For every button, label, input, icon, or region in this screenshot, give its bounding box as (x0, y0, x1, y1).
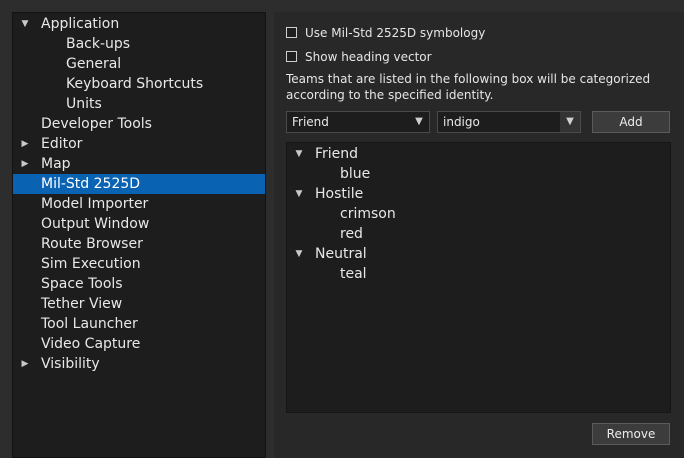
identity-dropdown[interactable]: Friend ▼ (286, 111, 430, 133)
expand-down-icon[interactable]: ▼ (293, 184, 305, 204)
team-name-input[interactable]: indigo (443, 112, 480, 132)
sidebar-item[interactable]: Back-ups (13, 34, 265, 54)
sidebar-item-label: Sim Execution (41, 256, 141, 272)
sidebar-item[interactable]: Model Importer (13, 194, 265, 214)
sidebar-item[interactable]: Route Browser (13, 234, 265, 254)
sidebar-item[interactable]: ▼ Application (13, 14, 265, 34)
sidebar-item-label: Editor (41, 136, 83, 152)
identity-label: Friend (315, 146, 359, 162)
sidebar-item[interactable]: Mil-Std 2525D (13, 174, 265, 194)
sidebar-item-label: Tool Launcher (41, 316, 138, 332)
sidebar-item-label: Route Browser (41, 236, 143, 252)
chevron-down-icon[interactable]: ▼ (560, 112, 580, 132)
checkbox-box[interactable] (286, 51, 297, 62)
sidebar-item-label: Back-ups (66, 36, 131, 52)
sidebar-item-label: Developer Tools (41, 116, 152, 132)
expand-right-icon[interactable]: ▶ (19, 354, 31, 374)
team-label: teal (340, 266, 367, 282)
sidebar-item-label: Map (41, 156, 71, 172)
sidebar-item[interactable]: ▶ Editor (13, 134, 265, 154)
sidebar-item[interactable]: Developer Tools (13, 114, 265, 134)
use-symbology-label: Use Mil-Std 2525D symbology (305, 26, 486, 40)
sidebar-item-label: Video Capture (41, 336, 141, 352)
identity-dropdown-value: Friend (292, 115, 329, 129)
sidebar-item-label: Tether View (41, 296, 123, 312)
sidebar-item[interactable]: Units (13, 94, 265, 114)
sidebar-item-label: Units (66, 96, 102, 112)
sidebar-item-label: Keyboard Shortcuts (66, 76, 204, 92)
expand-down-icon[interactable]: ▼ (293, 144, 305, 164)
add-button[interactable]: Add (592, 111, 670, 133)
expand-right-icon[interactable]: ▶ (19, 154, 31, 174)
description-line-1: Teams that are listed in the following b… (286, 72, 651, 86)
settings-category-tree[interactable]: ▼ Application Back-ups General Keyboard Shor… (12, 12, 266, 458)
expand-right-icon[interactable]: ▶ (19, 134, 31, 154)
sidebar-item[interactable]: Space Tools (13, 274, 265, 294)
sidebar-item-label: General (66, 56, 122, 72)
show-heading-label: Show heading vector (305, 50, 432, 64)
remove-button[interactable]: Remove (592, 423, 670, 445)
sidebar-item[interactable]: ▶ Map (13, 154, 265, 174)
chevron-down-icon[interactable]: ▼ (409, 112, 429, 132)
sidebar-item[interactable]: Tool Launcher (13, 314, 265, 334)
sidebar-item[interactable]: General (13, 54, 265, 74)
team-label: crimson (340, 206, 396, 222)
expand-down-icon[interactable]: ▼ (293, 244, 305, 264)
sidebar-item-label: Model Importer (41, 196, 149, 212)
checkbox-box[interactable] (286, 27, 297, 38)
sidebar-item-label: Visibility (41, 356, 100, 372)
mil-std-settings-panel: Use Mil-Std 2525D symbology Show heading… (274, 12, 684, 458)
team-label: red (340, 226, 363, 242)
description-line-2: according to the specified identity. (286, 88, 494, 102)
sidebar-item-label: Mil-Std 2525D (41, 176, 141, 192)
sidebar-item[interactable]: ▶ Visibility (13, 354, 265, 374)
sidebar-item[interactable]: Sim Execution (13, 254, 265, 274)
identity-label: Hostile (315, 186, 364, 202)
identity-label: Neutral (315, 246, 367, 262)
sidebar-item-label: Space Tools (41, 276, 123, 292)
sidebar-item[interactable]: Tether View (13, 294, 265, 314)
sidebar-item[interactable]: Output Window (13, 214, 265, 234)
sidebar-item-label: Application (41, 16, 120, 32)
team-name-combo[interactable]: indigo ▼ (437, 111, 581, 133)
team-label: blue (340, 166, 371, 182)
expand-down-icon[interactable]: ▼ (19, 14, 31, 34)
team-identity-tree[interactable]: ▼ Friend blue ▼ Hostile crimson red ▼ Neutral tea… (286, 142, 671, 413)
sidebar-item[interactable]: Keyboard Shortcuts (13, 74, 265, 94)
sidebar-item[interactable]: Video Capture (13, 334, 265, 354)
sidebar-item-label: Output Window (41, 216, 150, 232)
